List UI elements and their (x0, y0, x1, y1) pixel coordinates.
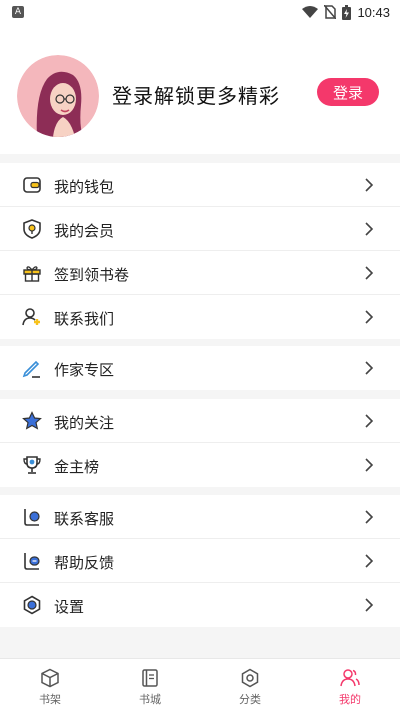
trophy-icon (23, 456, 41, 474)
menu-item-label: 帮助反馈 (54, 554, 115, 572)
menu-item-settings[interactable]: 设置 (0, 583, 400, 627)
login-button[interactable]: 登录 (317, 78, 379, 106)
chevron-right-icon (365, 222, 374, 236)
contact-user-icon (22, 308, 40, 326)
clock: 10:43 (357, 4, 390, 20)
menu-item-label: 我的关注 (54, 414, 115, 432)
chevron-right-icon (365, 458, 374, 472)
menu-group-account: 我的钱包 我的会员 签到领书卷 联系我们 (0, 163, 400, 339)
member-shield-icon (23, 219, 41, 239)
chevron-right-icon (365, 510, 374, 524)
chevron-right-icon (365, 361, 374, 375)
pen-icon (22, 360, 40, 378)
bottom-tab-bar: 书架 书城 分类 我的 (0, 658, 400, 712)
menu-item-patron-ranking[interactable]: 金主榜 (0, 443, 400, 487)
menu-item-wallet[interactable]: 我的钱包 (0, 163, 400, 207)
menu-item-contact-us[interactable]: 联系我们 (0, 295, 400, 339)
menu-item-label: 设置 (54, 598, 85, 616)
tab-bookshelf[interactable]: 书架 (0, 659, 100, 712)
feedback-icon (24, 553, 40, 570)
tab-label: 书架 (39, 693, 61, 706)
category-icon (241, 668, 259, 688)
menu-item-membership[interactable]: 我的会员 (0, 207, 400, 251)
tab-label: 我的 (339, 693, 361, 706)
chevron-right-icon (365, 554, 374, 568)
app-notification-icon: A (12, 6, 24, 18)
chevron-right-icon (365, 310, 374, 324)
menu-group-author: 作家专区 (0, 346, 400, 390)
wifi-icon (302, 6, 319, 18)
status-bar: A 10:43 (0, 0, 400, 24)
menu-item-label: 我的钱包 (54, 178, 115, 196)
star-icon (22, 411, 42, 430)
menu-item-label: 作家专区 (54, 361, 115, 379)
avatar[interactable] (17, 55, 99, 137)
chevron-right-icon (365, 178, 374, 192)
menu-group-support: 联系客服 帮助反馈 设置 (0, 495, 400, 627)
menu-item-help-feedback[interactable]: 帮助反馈 (0, 539, 400, 583)
tab-profile[interactable]: 我的 (300, 659, 400, 712)
menu-item-customer-service[interactable]: 联系客服 (0, 495, 400, 539)
tab-label: 书城 (139, 693, 161, 706)
menu-item-label: 签到领书卷 (54, 266, 130, 284)
chevron-right-icon (365, 598, 374, 612)
tab-label: 分类 (239, 693, 261, 706)
login-prompt[interactable]: 登录解锁更多精彩 (112, 80, 280, 109)
no-sim-icon (324, 5, 337, 19)
tab-bookstore[interactable]: 书城 (100, 659, 200, 712)
menu-item-label: 联系我们 (54, 310, 115, 328)
bookshelf-icon (41, 668, 59, 688)
gift-icon (23, 266, 41, 282)
profile-header: 登录解锁更多精彩 登录 (0, 24, 400, 154)
menu-item-author-zone[interactable]: 作家专区 (0, 346, 400, 390)
chevron-right-icon (365, 266, 374, 280)
battery-icon (342, 4, 352, 20)
profile-icon (340, 669, 360, 687)
tab-category[interactable]: 分类 (200, 659, 300, 712)
menu-item-following[interactable]: 我的关注 (0, 399, 400, 443)
wallet-icon (23, 177, 41, 193)
settings-icon (23, 595, 41, 615)
menu-item-checkin[interactable]: 签到领书卷 (0, 251, 400, 295)
menu-group-social: 我的关注 金主榜 (0, 399, 400, 487)
menu-item-label: 金主榜 (54, 458, 100, 476)
chevron-right-icon (365, 414, 374, 428)
bookstore-icon (142, 669, 158, 687)
customer-service-icon (24, 509, 40, 526)
menu-item-label: 联系客服 (54, 510, 115, 528)
menu-item-label: 我的会员 (54, 222, 115, 240)
